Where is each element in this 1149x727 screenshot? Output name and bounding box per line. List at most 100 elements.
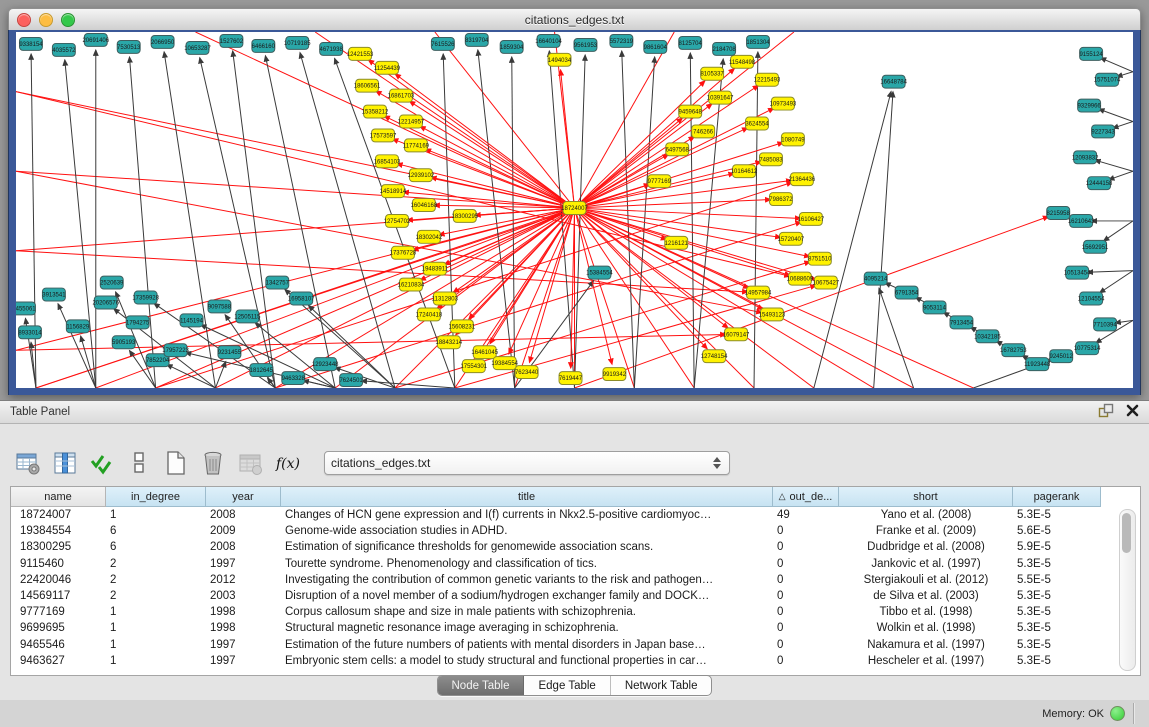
- graph-node[interactable]: 16958107: [288, 292, 315, 305]
- graph-node[interactable]: 1851304: [746, 35, 770, 48]
- citation-edge-black[interactable]: [879, 288, 914, 388]
- select-all-button[interactable]: [88, 449, 116, 477]
- graph-node[interactable]: 19384554: [491, 357, 518, 370]
- graph-node[interactable]: 12104554: [1078, 292, 1105, 305]
- graph-node[interactable]: 3624554: [745, 117, 769, 130]
- citation-edge-black[interactable]: [1117, 72, 1133, 77]
- graph-node[interactable]: 7986372: [769, 193, 793, 206]
- graph-node[interactable]: 9097588: [208, 300, 232, 313]
- graph-node[interactable]: 7913454: [950, 316, 974, 329]
- graph-node[interactable]: 10973493: [770, 97, 797, 110]
- graph-node[interactable]: 18724007: [561, 202, 588, 215]
- graph-node[interactable]: 14518914: [380, 185, 407, 198]
- graph-node[interactable]: 8215958: [1047, 207, 1071, 220]
- graph-node[interactable]: 1145194: [180, 314, 204, 327]
- graph-node[interactable]: 16782753: [1000, 344, 1027, 357]
- function-builder-button[interactable]: f(x): [273, 449, 301, 477]
- graph-node[interactable]: 1527602: [220, 34, 244, 47]
- table-row[interactable]: 977716911998Corpus callosum shape and si…: [11, 604, 1140, 620]
- graph-node[interactable]: 6791354: [895, 286, 919, 299]
- table-source-select[interactable]: citations_edges.txt: [324, 451, 730, 475]
- graph-node[interactable]: 10342185: [974, 330, 1001, 343]
- graph-node[interactable]: 18606561: [354, 79, 381, 92]
- graph-node[interactable]: 7530513: [117, 40, 141, 53]
- new-table-button[interactable]: [162, 449, 190, 477]
- graph-node[interactable]: 16210834: [398, 278, 425, 291]
- graph-node[interactable]: 1859304: [500, 40, 524, 53]
- graph-node[interactable]: 9459648: [679, 105, 703, 118]
- column-header-short[interactable]: short: [839, 487, 1013, 507]
- graph-node[interactable]: 10653287: [184, 41, 211, 54]
- citation-edge-black[interactable]: [690, 53, 694, 388]
- column-header-pagerank[interactable]: pagerank: [1013, 487, 1101, 507]
- graph-node[interactable]: 8125704: [679, 36, 703, 49]
- graph-node[interactable]: 12505115: [234, 310, 261, 323]
- graph-node[interactable]: 9155124: [1079, 47, 1103, 60]
- graph-node[interactable]: 16079147: [723, 328, 750, 341]
- graph-node[interactable]: 7624501: [339, 374, 363, 387]
- citation-edge-black[interactable]: [65, 60, 96, 388]
- citation-edge-black[interactable]: [478, 50, 515, 388]
- tab-edge-table[interactable]: Edge Table: [524, 676, 610, 695]
- graph-node[interactable]: 11774169: [403, 139, 430, 152]
- network-canvas-svg[interactable]: 1872400712421553112544391860656116861703…: [16, 32, 1133, 388]
- citation-edge-red[interactable]: [196, 32, 575, 208]
- column-header-out_degree[interactable]: △out_de...: [773, 487, 839, 507]
- graph-node[interactable]: 17573597: [370, 129, 397, 142]
- citation-edge-black[interactable]: [167, 364, 216, 388]
- table-row[interactable]: 1938455462009Genome-wide association stu…: [11, 523, 1140, 539]
- graph-node[interactable]: 17957223: [162, 344, 189, 357]
- scrollbar-thumb[interactable]: [1122, 513, 1131, 553]
- citation-edge-black[interactable]: [1108, 171, 1133, 180]
- citation-edge-red[interactable]: [509, 208, 575, 354]
- graph-node[interactable]: 1156829: [66, 320, 90, 333]
- table-row[interactable]: 2242004622012Investigating the contribut…: [11, 572, 1140, 588]
- graph-node[interactable]: 7619447: [559, 372, 583, 385]
- graph-node[interactable]: 12215493: [754, 73, 781, 86]
- graph-node[interactable]: 16648784: [880, 75, 907, 88]
- graph-node[interactable]: 16854103: [374, 155, 401, 168]
- graph-node[interactable]: 20691406: [82, 33, 109, 46]
- graph-node[interactable]: 746266: [692, 125, 715, 138]
- graph-node[interactable]: 10513454: [1064, 266, 1091, 279]
- graph-node[interactable]: 20206576: [92, 296, 119, 309]
- memory-indicator[interactable]: Memory: OK: [1042, 700, 1125, 727]
- graph-node[interactable]: 19483911: [422, 262, 449, 275]
- citation-edge-red[interactable]: [456, 208, 575, 335]
- citation-edge-red[interactable]: [571, 208, 575, 368]
- citation-edge-black[interactable]: [814, 91, 891, 388]
- column-header-year[interactable]: year: [206, 487, 281, 507]
- column-header-in_degree[interactable]: in_degree: [106, 487, 206, 507]
- table-row[interactable]: 969969511998Structural magnetic resonanc…: [11, 620, 1140, 636]
- citation-edge-red[interactable]: [575, 108, 775, 208]
- graph-node[interactable]: 5572319: [610, 34, 634, 47]
- graph-node[interactable]: 1342757: [266, 276, 290, 289]
- citation-edge-black[interactable]: [1100, 58, 1133, 72]
- citation-edge-black[interactable]: [1099, 271, 1133, 293]
- graph-node[interactable]: 10164612: [731, 165, 758, 178]
- graph-node[interactable]: 7623440: [515, 366, 539, 379]
- graph-node[interactable]: 18302042: [416, 230, 443, 243]
- graph-node[interactable]: 12093832: [1072, 151, 1099, 164]
- graph-node[interactable]: 16861703: [388, 89, 415, 102]
- network-window-titlebar[interactable]: citations_edges.txt: [8, 8, 1141, 31]
- graph-node[interactable]: 1455061: [16, 302, 36, 315]
- graph-node[interactable]: 10675427: [813, 276, 840, 289]
- graph-node[interactable]: 4095214: [864, 272, 888, 285]
- graph-node[interactable]: 17376728: [390, 246, 417, 259]
- graph-node[interactable]: 8105337: [700, 67, 724, 80]
- graph-node[interactable]: 9338154: [19, 37, 43, 50]
- graph-node[interactable]: 15384554: [586, 266, 613, 279]
- citation-edge-black[interactable]: [512, 57, 515, 388]
- graph-node[interactable]: 11923448: [1024, 358, 1051, 371]
- tab-network-table[interactable]: Network Table: [611, 676, 712, 695]
- graph-node[interactable]: 6466160: [252, 39, 276, 52]
- graph-node[interactable]: 3913541: [42, 288, 66, 301]
- graph-node[interactable]: 14957984: [745, 286, 772, 299]
- graph-node[interactable]: 1216121: [665, 236, 689, 249]
- graph-node[interactable]: 9919342: [603, 368, 627, 381]
- graph-node[interactable]: 6497568: [666, 143, 690, 156]
- graph-node[interactable]: 17240418: [416, 308, 443, 321]
- graph-node[interactable]: 12444158: [1086, 177, 1113, 190]
- graph-node[interactable]: 10719185: [284, 36, 311, 49]
